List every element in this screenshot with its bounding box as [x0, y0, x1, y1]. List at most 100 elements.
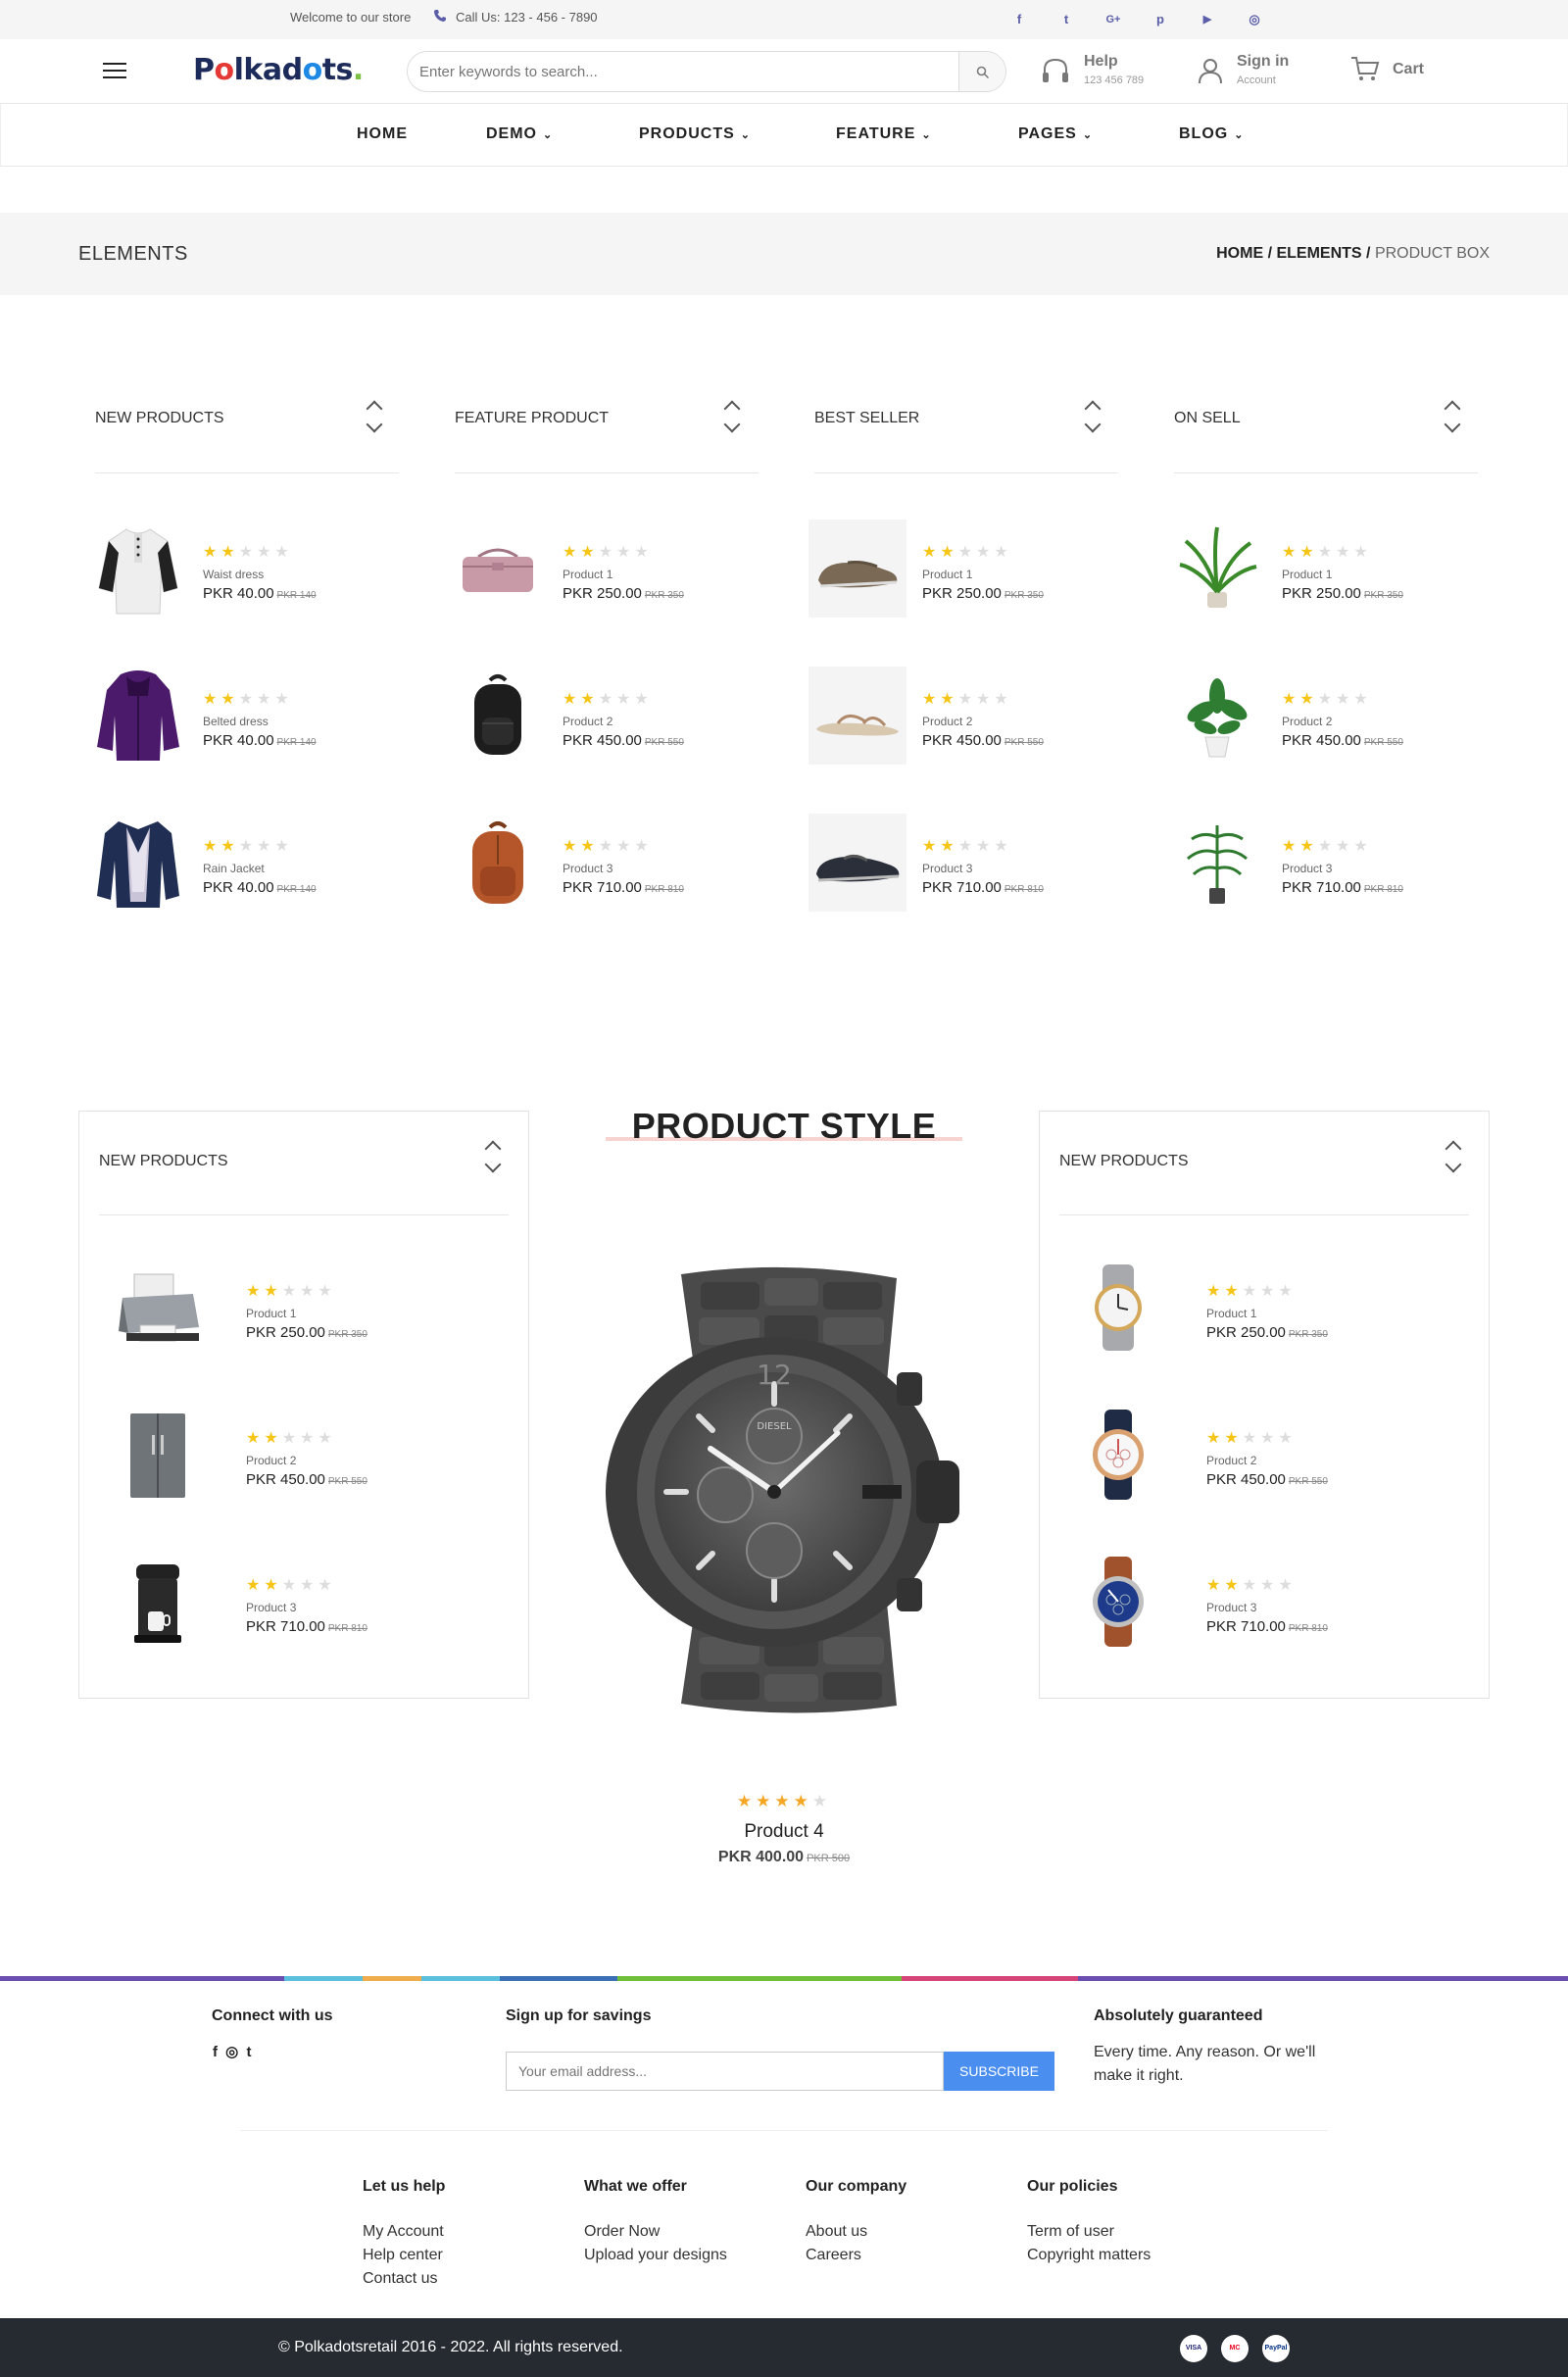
tall-plant-icon[interactable] [1168, 814, 1266, 912]
help-link[interactable]: Help 123 456 789 [1041, 53, 1144, 86]
chevron-up-icon[interactable] [723, 400, 741, 418]
black-backpack-icon[interactable] [449, 667, 547, 765]
google-plus-icon[interactable]: G+ [1103, 10, 1123, 29]
product-name[interactable]: Product 2 [1282, 715, 1332, 728]
product-item[interactable]: ★★★★★ Product 3 PKR 710.00 PKR 810 [808, 814, 1122, 921]
navy-jacket-icon[interactable] [89, 814, 187, 912]
product-item[interactable]: ★★★★★ Product 1 PKR 250.00 PKR 350 [99, 1259, 413, 1366]
product-item[interactable]: ★★★★★ Waist dress PKR 40.00 PKR 140 [89, 520, 403, 627]
product-name[interactable]: Product 3 [563, 862, 612, 875]
potted-plant-icon[interactable] [1168, 667, 1266, 765]
loafer-icon[interactable] [808, 520, 906, 618]
chevron-up-icon[interactable] [484, 1140, 502, 1158]
footer-link[interactable]: Contact us [363, 2267, 445, 2291]
footer-link[interactable]: Help center [363, 2244, 445, 2267]
fridge-icon[interactable] [109, 1406, 207, 1504]
product-item[interactable]: ★★★★★ Product 2 PKR 450.00 PKR 550 [99, 1406, 413, 1513]
footer-link[interactable]: Order Now [584, 2220, 727, 2244]
pinterest-icon[interactable]: p [1151, 10, 1170, 29]
breadcrumb-elements[interactable]: ELEMENTS / [1276, 245, 1370, 262]
pink-bag-icon[interactable] [449, 520, 547, 618]
blue-watch-icon[interactable] [1069, 1553, 1167, 1651]
nav-demo[interactable]: DEMO ⌄ [486, 125, 553, 143]
email-field[interactable] [506, 2052, 944, 2091]
product-item[interactable]: ★★★★★ Product 2 PKR 450.00 PKR 550 [449, 667, 762, 774]
product-name[interactable]: Product 2 [922, 715, 972, 728]
chevron-up-icon[interactable] [366, 400, 383, 418]
product-item[interactable]: ★★★★★ Product 1 PKR 250.00 PKR 350 [449, 520, 762, 627]
search-button[interactable] [958, 52, 1005, 91]
product-name[interactable]: Product 2 [563, 715, 612, 728]
cart-link[interactable]: Cart [1350, 53, 1424, 80]
product-item[interactable]: ★★★★★ Product 3 PKR 710.00 PKR 810 [1168, 814, 1482, 921]
youtube-icon[interactable]: ▶ [1198, 10, 1217, 29]
dark-shoe-icon[interactable] [808, 814, 906, 912]
logo[interactable]: Polkadots. [193, 53, 364, 87]
product-name[interactable]: Product 1 [246, 1307, 296, 1320]
twitter-icon[interactable]: t [246, 2044, 251, 2060]
footer-link[interactable]: Upload your designs [584, 2244, 727, 2267]
product-name[interactable]: Product 1 [1282, 568, 1332, 581]
sign-in-link[interactable]: Sign in Account [1198, 53, 1289, 86]
product-name[interactable]: Product 3 [1282, 862, 1332, 875]
nav-products[interactable]: PRODUCTS ⌄ [639, 125, 751, 143]
chevron-down-icon[interactable] [1445, 1156, 1462, 1173]
chevron-down-icon[interactable] [484, 1156, 502, 1173]
twitter-icon[interactable]: t [1056, 10, 1076, 29]
chevron-up-icon[interactable] [1084, 400, 1102, 418]
product-name[interactable]: Waist dress [203, 568, 264, 581]
chevron-down-icon[interactable] [723, 416, 741, 433]
nav-pages[interactable]: PAGES ⌄ [1018, 125, 1093, 143]
nav-blog[interactable]: BLOG ⌄ [1179, 125, 1244, 143]
white-watch-icon[interactable] [1069, 1406, 1167, 1504]
subscribe-button[interactable]: SUBSCRIBE [944, 2052, 1054, 2091]
brown-backpack-icon[interactable] [449, 814, 547, 912]
featured-product-name[interactable]: Product 4 [686, 1821, 882, 1843]
search-input[interactable] [419, 60, 949, 83]
product-item[interactable]: ★★★★★ Product 1 PKR 250.00 PKR 350 [1059, 1259, 1373, 1366]
breadcrumb-home[interactable]: HOME / [1216, 245, 1272, 262]
silver-watch-icon[interactable] [1069, 1259, 1167, 1357]
product-name[interactable]: Product 2 [1206, 1454, 1256, 1467]
footer-link[interactable]: About us [806, 2220, 906, 2244]
instagram-icon[interactable]: ◎ [225, 2044, 238, 2060]
product-item[interactable]: ★★★★★ Product 3 PKR 710.00 PKR 810 [99, 1553, 413, 1660]
product-name[interactable]: Product 3 [922, 862, 972, 875]
purple-jacket-icon[interactable] [89, 667, 187, 765]
chevron-down-icon[interactable] [1084, 416, 1102, 433]
chevron-down-icon[interactable] [366, 416, 383, 433]
sandal-icon[interactable] [808, 667, 906, 765]
product-name[interactable]: Product 1 [563, 568, 612, 581]
product-item[interactable]: ★★★★★ Belted dress PKR 40.00 PKR 140 [89, 667, 403, 774]
printer-icon[interactable] [109, 1259, 207, 1357]
product-item[interactable]: ★★★★★ Product 3 PKR 710.00 PKR 810 [1059, 1553, 1373, 1660]
menu-icon[interactable] [103, 63, 126, 78]
chevron-up-icon[interactable] [1444, 400, 1461, 418]
product-name[interactable]: Belted dress [203, 715, 269, 728]
product-name[interactable]: Product 3 [1206, 1601, 1256, 1614]
product-name[interactable]: Product 3 [246, 1601, 296, 1614]
chevron-up-icon[interactable] [1445, 1140, 1462, 1158]
product-item[interactable]: ★★★★★ Product 2 PKR 450.00 PKR 550 [1059, 1406, 1373, 1513]
product-item[interactable]: ★★★★★ Product 3 PKR 710.00 PKR 810 [449, 814, 762, 921]
coffee-maker-icon[interactable] [109, 1553, 207, 1651]
product-item[interactable]: ★★★★★ Product 1 PKR 250.00 PKR 350 [1168, 520, 1482, 627]
product-name[interactable]: Product 1 [1206, 1307, 1256, 1320]
gunmetal-watch-icon[interactable]: DIESEL 12 [603, 1264, 970, 1715]
product-name[interactable]: Rain Jacket [203, 862, 265, 875]
facebook-icon[interactable]: f [1009, 10, 1029, 29]
palm-plant-icon[interactable] [1168, 520, 1266, 618]
footer-link[interactable]: My Account [363, 2220, 445, 2244]
shirt-icon[interactable] [89, 520, 187, 618]
nav-home[interactable]: HOME [357, 125, 408, 143]
footer-link[interactable]: Copyright matters [1027, 2244, 1151, 2267]
product-item[interactable]: ★★★★★ Product 2 PKR 450.00 PKR 550 [1168, 667, 1482, 774]
product-item[interactable]: ★★★★★ Rain Jacket PKR 40.00 PKR 140 [89, 814, 403, 921]
product-item[interactable]: ★★★★★ Product 2 PKR 450.00 PKR 550 [808, 667, 1122, 774]
footer-link[interactable]: Term of user [1027, 2220, 1151, 2244]
product-name[interactable]: Product 1 [922, 568, 972, 581]
instagram-icon[interactable]: ◎ [1245, 10, 1264, 29]
footer-link[interactable]: Careers [806, 2244, 906, 2267]
product-name[interactable]: Product 2 [246, 1454, 296, 1467]
nav-feature[interactable]: FEATURE ⌄ [836, 125, 932, 143]
